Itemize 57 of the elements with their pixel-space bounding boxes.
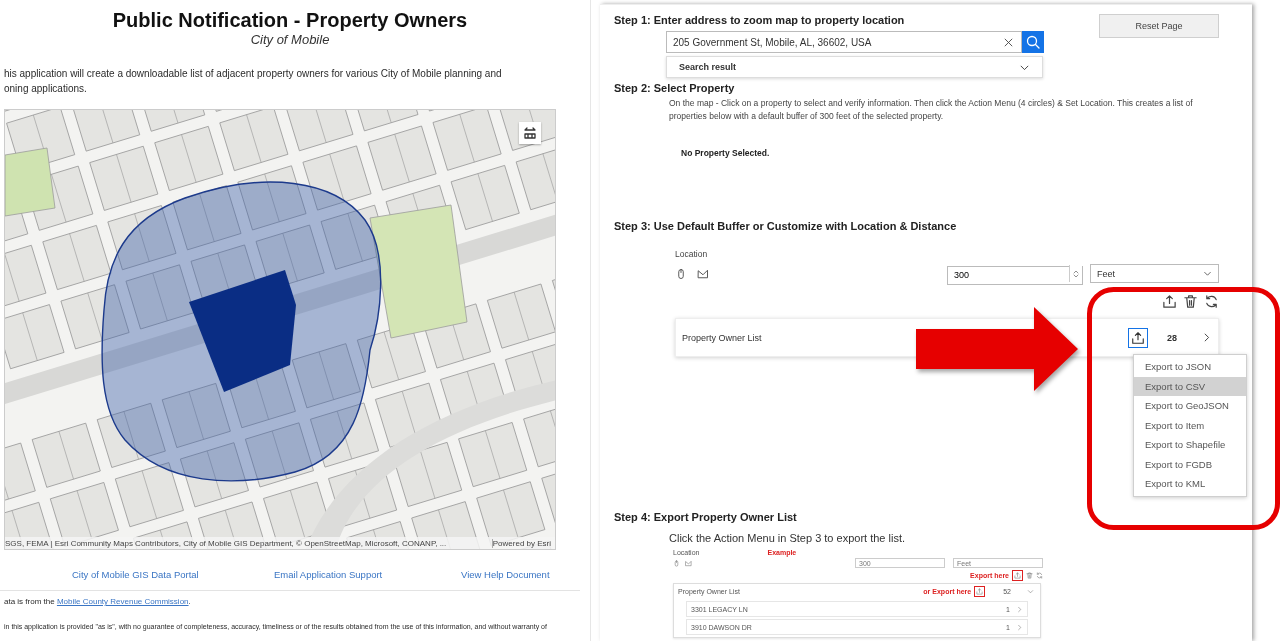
- step-heading: Step 2: Select Property: [614, 81, 735, 95]
- unit-dropdown[interactable]: Feet: [1090, 264, 1219, 283]
- upload-icon: [1131, 330, 1145, 345]
- polygon-icon: [685, 559, 692, 567]
- step-heading: Step 1: Enter address to zoom map to property location: [614, 13, 905, 27]
- caret-icon: [1203, 269, 1212, 278]
- search-button[interactable]: [1022, 31, 1044, 53]
- stepper-icon: [1072, 269, 1080, 278]
- reset-page-button[interactable]: Reset Page: [1099, 14, 1219, 38]
- powered-by-link[interactable]: Powered by Esri: [491, 538, 551, 548]
- export-menu-item[interactable]: Export to JSON: [1134, 357, 1246, 377]
- location-label: Location: [675, 249, 708, 259]
- revenue-commission-link[interactable]: Mobile County Revenue Commission: [56, 597, 189, 606]
- step-instruction: Click the Action Menu in Step 3 to export the list.: [669, 532, 905, 544]
- step-heading: Step 4: Export Property Owner List: [614, 510, 797, 524]
- list-title: Property Owner List: [682, 332, 762, 343]
- basemap-icon: [522, 125, 538, 141]
- export-menu-item[interactable]: Export to GeoJSON: [1134, 396, 1246, 416]
- export-menu-item[interactable]: Export to CSV: [1134, 376, 1246, 396]
- chevron-right-icon: [1016, 623, 1023, 631]
- footer-link[interactable]: View Help Document: [461, 568, 550, 580]
- close-icon[interactable]: [1003, 36, 1014, 48]
- export-menu-item[interactable]: Export to KML: [1134, 474, 1246, 494]
- step-description: On the map - Click on a property to select and verify information. Then click the Action Menu (4 circles) & Set Location. This creates a list of properties below with a default buffer of 300 feet of the selected property.: [669, 97, 1194, 123]
- search-icon: [1025, 34, 1041, 50]
- upload-icon[interactable]: [1162, 294, 1177, 309]
- trash-icon: [1026, 572, 1033, 579]
- export-menu-item[interactable]: Export to Shapefile: [1134, 435, 1246, 455]
- export-button[interactable]: [1128, 327, 1148, 348]
- attribution-text: SGS, FEMA | Esri Community Maps Contributors, City of Mobile GIS Department, © OpenStreetMap, Microsoft, CONANP, ...: [5, 538, 447, 548]
- refresh-icon: [1036, 572, 1043, 579]
- basemap-toggle-button[interactable]: [519, 122, 541, 144]
- trash-icon[interactable]: [1183, 294, 1198, 309]
- footer-link[interactable]: City of Mobile GIS Data Portal: [72, 568, 199, 580]
- export-menu-item[interactable]: Export to FGDB: [1134, 454, 1246, 474]
- chevron-right-icon: [1016, 605, 1023, 613]
- export-menu-item[interactable]: Export to Item: [1134, 415, 1246, 435]
- distance-field[interactable]: 300: [947, 265, 1083, 285]
- page-title: Public Notification - Property Owners: [112, 8, 468, 32]
- page-subtitle: City of Mobile: [250, 32, 330, 48]
- upload-icon: [976, 588, 984, 595]
- mouse-icon[interactable]: [675, 267, 687, 280]
- data-source-note: ata is from the Mobile County Revenue Commission.: [3, 597, 191, 606]
- polygon-icon[interactable]: [697, 267, 709, 280]
- refresh-icon[interactable]: [1204, 294, 1219, 309]
- selection-status: No Property Selected.: [681, 148, 770, 158]
- search-result-dropdown[interactable]: Search result: [666, 56, 1043, 78]
- footer-link[interactable]: Email Application Support: [274, 568, 383, 580]
- upload-icon: [1014, 572, 1021, 579]
- item-count: 28: [1167, 332, 1177, 343]
- intro-text: oning applications.: [4, 82, 87, 96]
- chevron-down-icon: [1027, 588, 1034, 595]
- intro-text: his application will create a downloadable list of adjacent property owners for various City of Mobile planning and: [4, 67, 502, 81]
- stepper-button[interactable]: [1069, 265, 1082, 282]
- address-search-field[interactable]: 205 Government St, Mobile, AL, 36602, USA: [666, 31, 1022, 53]
- step-heading: Step 3: Use Default Buffer or Customize with Location & Distance: [614, 219, 957, 233]
- mouse-icon: [673, 559, 680, 567]
